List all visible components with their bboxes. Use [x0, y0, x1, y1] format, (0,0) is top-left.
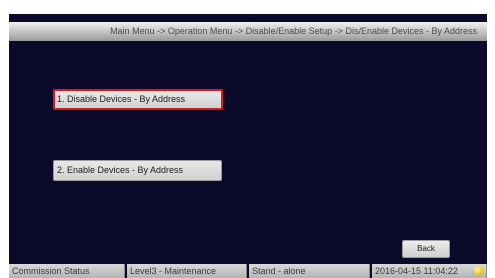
- enable-devices-by-address-button[interactable]: 2. Enable Devices - By Address: [53, 160, 222, 181]
- breadcrumb-bar: Main Menu -> Operation Menu -> Disable/E…: [9, 22, 487, 41]
- breadcrumb: Main Menu -> Operation Menu -> Disable/E…: [110, 26, 477, 36]
- access-level-cell[interactable]: Level3 - Maintenance: [127, 264, 247, 278]
- panel-screen: Main Menu -> Operation Menu -> Disable/E…: [9, 14, 487, 278]
- datetime-text: 2016-04-15 11:04:22: [375, 266, 458, 276]
- disable-devices-by-address-button[interactable]: 1. Disable Devices - By Address: [53, 89, 223, 110]
- operating-mode-cell: Stand - alone: [249, 264, 370, 278]
- status-indicator-icon: [474, 266, 483, 275]
- back-button[interactable]: Back: [402, 240, 450, 258]
- status-bar: Commission Status Level3 - Maintenance S…: [9, 264, 487, 278]
- commission-status-cell[interactable]: Commission Status: [9, 264, 125, 278]
- datetime-cell: 2016-04-15 11:04:22: [372, 264, 487, 278]
